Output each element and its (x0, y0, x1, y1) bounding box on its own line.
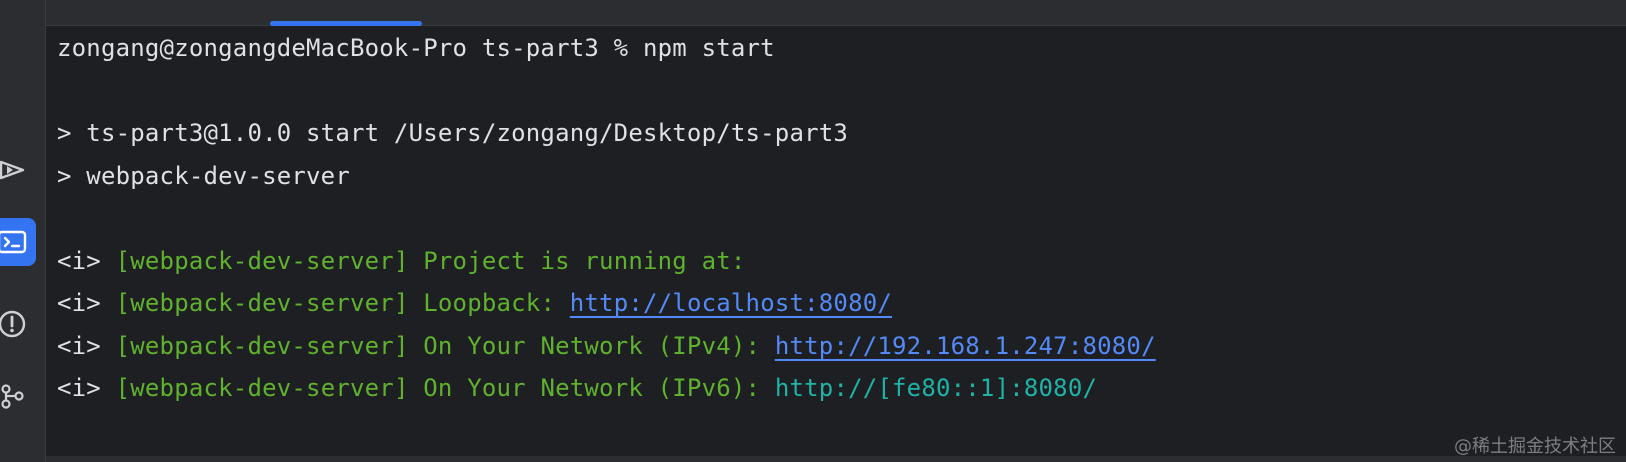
terminal-tab-bar (46, 0, 1626, 26)
terminal-button[interactable] (0, 218, 36, 266)
log-message: On Your Network (IPv4): (423, 332, 761, 360)
ide-window: zongang@zongangdeMacBook-Pro ts-part3 % … (0, 0, 1626, 462)
log-line-running: <i> [webpack-dev-server] Project is runn… (57, 246, 746, 276)
log-tag: [webpack-dev-server] (115, 289, 409, 317)
terminal-output[interactable]: zongang@zongangdeMacBook-Pro ts-part3 % … (46, 26, 1626, 462)
run-debug-icon (0, 160, 25, 180)
log-line-ipv6: <i> [webpack-dev-server] On Your Network… (57, 373, 1097, 403)
script-line-1: > ts-part3@1.0.0 start /Users/zongang/De… (57, 119, 849, 147)
log-line-loopback: <i> [webpack-dev-server] Loopback: http:… (57, 288, 892, 318)
info-prefix: <i> (57, 374, 101, 402)
info-prefix: <i> (57, 247, 101, 275)
log-message: Project is running at: (423, 247, 746, 275)
log-line-ipv4: <i> [webpack-dev-server] On Your Network… (57, 331, 1156, 361)
log-tag: [webpack-dev-server] (115, 374, 409, 402)
log-tag: [webpack-dev-server] (115, 332, 409, 360)
info-prefix: <i> (57, 289, 101, 317)
terminal-icon (0, 230, 27, 254)
git-button[interactable] (0, 372, 36, 420)
watermark: @稀土掘金技术社区 (1454, 436, 1616, 457)
log-tag: [webpack-dev-server] (115, 247, 409, 275)
git-icon (1, 384, 24, 409)
ipv4-url-link[interactable]: http://192.168.1.247:8080/ (775, 332, 1156, 360)
problems-icon (0, 310, 26, 338)
bottom-border (46, 456, 1626, 462)
prompt-line: zongang@zongangdeMacBook-Pro ts-part3 % … (57, 34, 775, 62)
loopback-url-link[interactable]: http://localhost:8080/ (570, 289, 892, 317)
problems-button[interactable] (0, 300, 36, 348)
log-message: On Your Network (IPv6): (423, 374, 761, 402)
ipv6-url: http://[fe80::1]:8080/ (774, 374, 1098, 402)
info-prefix: <i> (57, 332, 101, 360)
run-debug-button[interactable] (0, 146, 36, 194)
script-line-2: > webpack-dev-server (57, 162, 350, 190)
log-message: Loopback: (423, 289, 556, 317)
tool-window-sidebar (0, 0, 46, 462)
